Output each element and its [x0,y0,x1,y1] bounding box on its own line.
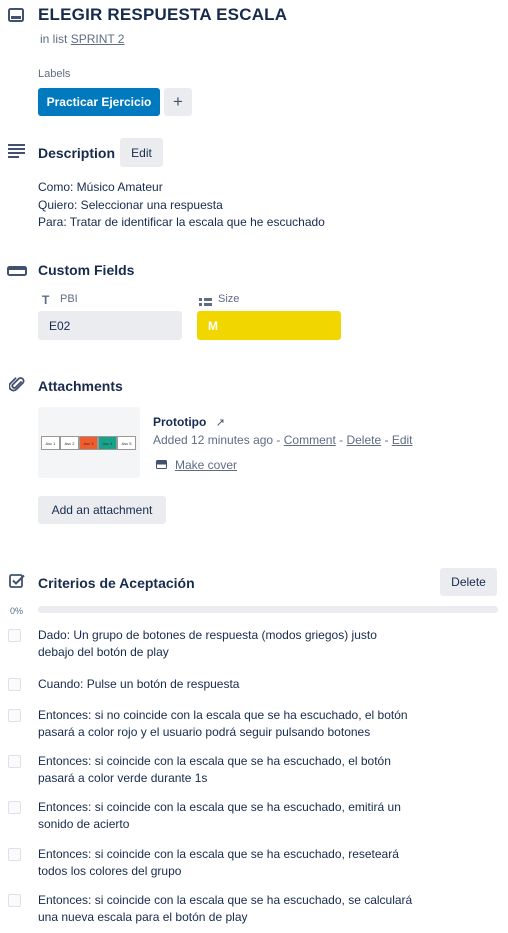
attachment-name[interactable]: Prototipo [153,415,206,429]
checklist-item-line: una nueva escala para el botón de play [38,910,248,924]
separator: - [381,433,392,447]
card-icon [8,8,24,27]
checklist-item[interactable]: Entonces: si coincide con la escala que … [8,799,498,833]
card-title[interactable]: ELEGIR RESPUESTA ESCALA [38,5,287,25]
checklist-item-line: Entonces: si no coincide con la escala q… [38,708,408,722]
checklist-item-line: Entonces: si coincide con la escala que … [38,847,399,861]
checklist-item[interactable]: Entonces: si no coincide con la escala q… [8,707,498,741]
checklist-item-text[interactable]: Entonces: si coincide con la escala que … [38,846,428,880]
attachment-edit-link[interactable]: Edit [392,433,413,447]
checklist-item[interactable]: Cuando: Pulse un botón de respuesta [8,676,498,693]
separator: - [273,433,284,447]
attachments-heading: Attachments [38,378,123,394]
in-list-prefix: in list [40,32,68,46]
checklist-item-line: Entonces: si coincide con la escala que … [38,893,413,907]
field-name-size: Size [218,293,240,305]
attachment-delete-link[interactable]: Delete [346,433,381,447]
checklist-item-checkbox[interactable] [8,629,21,642]
checklist-item-line: pasará a color rojo y el usuario podrá s… [38,725,371,739]
checklist-item-line: Dado: Un grupo de botones de respuesta (… [38,628,377,642]
make-cover-row[interactable]: Make cover [156,458,237,472]
checklist-item-line: todos los colores del grupo [38,864,182,878]
checklist-item-text[interactable]: Cuando: Pulse un botón de respuesta [38,676,428,693]
list-link[interactable]: SPRINT 2 [71,32,125,46]
list-info: in list SPRINT 2 [40,32,124,46]
checklist-item-line: debajo del botón de play [38,645,169,659]
checklist-item-checkbox[interactable] [8,755,21,768]
add-label-button[interactable]: + [164,88,192,116]
checklist-delete-button[interactable]: Delete [440,568,497,596]
checklist-item-checkbox[interactable] [8,709,21,722]
checklist-item-line: Entonces: si coincide con la escala que … [38,754,391,768]
cover-icon [156,458,167,472]
description-icon [8,144,25,163]
checklist-item-checkbox[interactable] [8,848,21,861]
description-text[interactable]: Como: Músico Amateur Quiero: Seleccionar… [38,179,325,232]
thumbnail-cell: Asc 4 [98,436,117,450]
checklist-item[interactable]: Entonces: si coincide con la escala que … [8,846,498,880]
attachment-comment-link[interactable]: Comment [284,433,336,447]
checklist-item-line: Cuando: Pulse un botón de respuesta [38,677,240,691]
checklist-item-text[interactable]: Entonces: si no coincide con la escala q… [38,707,428,741]
pbi-field[interactable]: E02 [38,311,182,340]
checklist-item[interactable]: Entonces: si coincide con la escala que … [8,753,498,787]
checklist-item-line: pasará a color verde durante 1s [38,771,208,785]
attachment-thumbnail[interactable]: Asc 1 Asc 2 Asc 3 Asc 4 Asc 5 [38,407,140,478]
description-edit-button[interactable]: Edit [120,138,163,167]
attachment-title-row: Prototipo ↗ [153,415,225,429]
description-line: Para: Tratar de identificar la escala qu… [38,215,325,229]
external-link-icon[interactable]: ↗ [216,417,225,429]
checklist-item-line: Entonces: si coincide con la escala que … [38,800,401,814]
checklist-item-line: sonido de acierto [38,817,130,831]
thumbnail-cell: Asc 5 [117,436,136,450]
make-cover-link[interactable]: Make cover [175,458,237,472]
thumbnail-preview: Asc 1 Asc 2 Asc 3 Asc 4 Asc 5 [41,436,136,450]
custom-fields-icon [7,263,27,281]
description-line: Quiero: Seleccionar una respuesta [38,197,223,212]
text-type-icon: T [42,293,50,307]
paperclip-icon [8,376,25,398]
attachment-meta: Added 12 minutes ago - Comment - Delete … [153,433,413,447]
label-practicar-ejercicio[interactable]: Practicar Ejercicio [38,88,160,116]
checklist-item-checkbox[interactable] [8,894,21,907]
checklist-icon [9,573,25,594]
checklist-item-checkbox[interactable] [8,801,21,814]
labels-heading: Labels [38,68,71,80]
checklist-item-text[interactable]: Dado: Un grupo de botones de respuesta (… [38,627,428,661]
checklist-progress-text: 0% [10,606,24,616]
thumbnail-cell: Asc 1 [41,436,60,450]
checklist-item-text[interactable]: Entonces: si coincide con la escala que … [38,753,428,787]
checklist-item-checkbox[interactable] [8,678,21,691]
checklist-item[interactable]: Entonces: si coincide con la escala que … [8,892,498,926]
attachment-added-time: Added 12 minutes ago [153,433,274,447]
description-heading: Description [38,145,116,161]
thumbnail-cell: Asc 3 [79,436,98,450]
dropdown-list-icon [199,294,212,312]
checklist-progress-bar [38,606,498,613]
field-name-pbi: PBI [60,293,78,305]
custom-fields-heading: Custom Fields [38,262,135,278]
description-line: Como: Músico Amateur [38,180,163,194]
checklist-heading: Criterios de Aceptación [38,575,195,591]
add-attachment-button[interactable]: Add an attachment [38,496,166,524]
checklist-item-text[interactable]: Entonces: si coincide con la escala que … [38,799,428,833]
checklist-item[interactable]: Dado: Un grupo de botones de respuesta (… [8,627,498,661]
size-field[interactable]: M [197,311,341,340]
separator: - [335,433,347,447]
checklist-item-text[interactable]: Entonces: si coincide con la escala que … [38,892,428,926]
thumbnail-cell: Asc 2 [60,436,79,450]
